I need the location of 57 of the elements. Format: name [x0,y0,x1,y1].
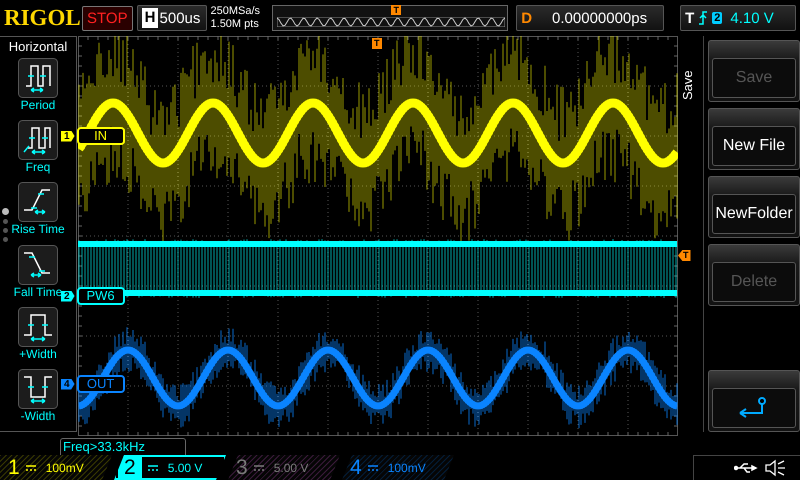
channel-number: 1 [8,456,20,480]
delay-display[interactable]: D 0.00000000ps [516,5,664,31]
dc-coupling-icon [252,464,265,472]
channel-marker: 4 [61,378,75,390]
measure-menu-item[interactable]: Fall Time [14,244,62,307]
run-state[interactable]: STOP [82,6,133,30]
channel-label: PW6 [76,287,125,305]
measure-menu-item[interactable]: +Width [18,306,58,369]
menu-title: Horizontal [8,38,68,56]
trigger-level: 4.10 V [730,10,774,26]
pulse-period-icon [18,58,58,98]
softkey-button[interactable]: New File [708,108,800,170]
timebase-label: H [142,8,158,28]
channel-scale: 5.00 V [274,460,308,474]
channel-tab[interactable]: 2 5.00 V [114,455,226,480]
brand-logo: RIGOL [4,5,78,31]
dc-coupling-icon [24,464,37,472]
trigger-position-marker: T [391,5,401,15]
speaker-muted-icon [764,459,786,477]
channel-number: 2 [118,456,142,480]
delay-value: 0.00000000ps [551,10,648,26]
measure-menu-item[interactable]: Rise Time [11,182,65,245]
delay-label: D [521,10,532,26]
channel-tab[interactable]: 3 5.00 V [228,455,340,480]
menu-tab[interactable]: Save [678,64,697,106]
channel-scale: 100mV [388,460,426,474]
channel-scale: 100mV [46,460,84,474]
positive-pulse-icon [18,306,58,347]
back-button[interactable] [708,370,800,432]
channel-number: 3 [236,456,248,480]
softkey-button[interactable]: NewFolder [708,176,800,238]
trigger-display[interactable]: T 2 4.10 V [680,5,796,31]
sample-rate: 250MSa/s [210,5,262,18]
trigger-time-marker: T [372,38,382,49]
memory-depth: 1.50M pts [210,18,260,31]
measure-menu-item[interactable]: Freq [18,120,58,182]
measure-menu-item[interactable]: -Width [18,368,58,432]
channel-marker: 2 [61,290,75,302]
channel-number: 4 [350,456,362,480]
dc-coupling-icon [366,464,379,472]
trigger-label: T [685,10,694,26]
timebase-value: 500us [158,10,202,26]
negative-pulse-icon [18,368,58,409]
dc-coupling-icon [146,464,159,472]
channel-label: OUT [76,375,125,393]
measure-menu-item[interactable]: Period [18,58,58,120]
usb-icon [734,462,758,474]
trigger-source: 2 [712,12,722,24]
trigger-level-marker: T [678,250,690,261]
pulse-frequency-icon [18,120,58,160]
rising-edge-icon [18,182,58,222]
channel-scale: 5.00 V [168,460,202,474]
channel-marker: 1 [61,130,75,142]
channel-tab[interactable]: 1 100mV [0,455,112,480]
channel-label: IN [76,127,125,145]
timebase-display[interactable]: H 500us [136,5,207,31]
channel-tab[interactable]: 4 100mV [342,455,454,480]
